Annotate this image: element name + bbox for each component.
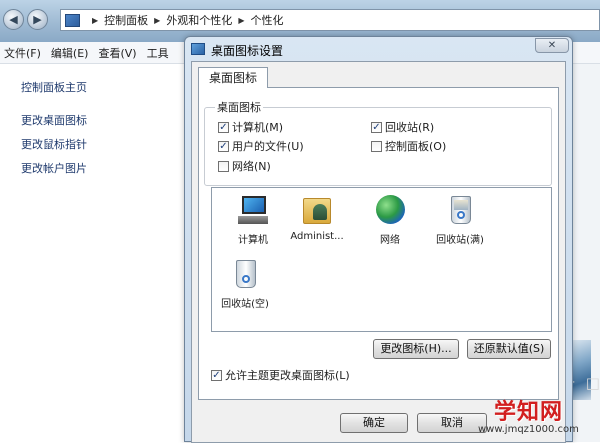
checkbox-box[interactable]: [218, 160, 229, 172]
menu-file[interactable]: 文件(F): [0, 45, 47, 61]
checkbox-network[interactable]: 网络(N): [218, 158, 271, 174]
back-arrow-icon[interactable]: ◀: [3, 9, 24, 30]
icon-caption: Administ...: [290, 231, 344, 242]
watermark-site-name: 学知网: [494, 400, 564, 425]
checkbox-box[interactable]: ✓: [218, 140, 229, 152]
checkbox-box[interactable]: ✓: [218, 121, 229, 133]
left-navigation: 控制面板主页 更改桌面图标 更改鼠标指针 更改帐户图片: [0, 64, 185, 442]
checkbox-computer[interactable]: ✓ 计算机(M): [218, 119, 283, 135]
watermark-url: www.jmqz1000.com: [478, 424, 579, 435]
close-icon[interactable]: ✕: [535, 38, 569, 53]
checkbox-label: 允许主题更改桌面图标(L): [225, 369, 350, 382]
control-panel-icon: [65, 13, 80, 27]
checkbox-label: 控制面板(O): [385, 140, 447, 153]
dialog-title: 桌面图标设置: [211, 44, 284, 58]
checkbox-recycle-bin[interactable]: ✓ 回收站(R): [371, 119, 434, 135]
ok-button[interactable]: 确定: [340, 413, 408, 433]
list-item-user-files[interactable]: Administ...: [284, 194, 350, 242]
icon-list[interactable]: 计算机 Administ... 网络 回收站(满) 回收站(空): [211, 187, 552, 332]
breadcrumb-control-panel[interactable]: 控制面板: [104, 12, 148, 28]
menu-view[interactable]: 查看(V): [94, 45, 142, 61]
checkbox-box[interactable]: [371, 140, 382, 152]
link-control-panel-home[interactable]: 控制面板主页: [21, 79, 87, 95]
change-icon-button[interactable]: 更改图标(H)...: [373, 339, 459, 359]
restore-default-button[interactable]: 还原默认值(S): [467, 339, 551, 359]
chevron-right-icon: ▶: [238, 15, 245, 25]
list-item-recycle-bin-full[interactable]: 回收站(满): [427, 194, 493, 246]
link-change-mouse-pointers[interactable]: 更改鼠标指针: [21, 136, 87, 152]
breadcrumb-personalization[interactable]: 个性化: [250, 12, 283, 28]
icon-caption: 计算机: [238, 235, 268, 246]
recycle-bin-empty-icon: [228, 258, 262, 290]
chevron-right-icon: ▶: [154, 15, 161, 25]
recycle-bin-full-icon: [443, 194, 477, 226]
breadcrumb-appearance[interactable]: 外观和个性化: [166, 12, 232, 28]
forward-arrow-icon[interactable]: ▶: [27, 9, 48, 30]
checkbox-label: 计算机(M): [232, 121, 284, 134]
tab-desktop-icons[interactable]: 桌面图标: [198, 67, 269, 88]
list-item-computer[interactable]: 计算机: [220, 194, 286, 246]
checkbox-label: 用户的文件(U): [232, 140, 304, 153]
computer-icon: [236, 194, 270, 226]
group-label: 桌面图标: [215, 99, 263, 115]
icon-caption: 回收站(满): [436, 235, 484, 246]
dialog-app-icon: [191, 43, 205, 55]
checkbox-label: 网络(N): [232, 160, 271, 173]
checkbox-box[interactable]: ✓: [371, 121, 382, 133]
link-change-account-picture[interactable]: 更改帐户图片: [21, 160, 87, 176]
checkbox-label: 回收站(R): [385, 121, 435, 134]
address-bar[interactable]: ▶ 控制面板 ▶ 外观和个性化 ▶ 个性化: [60, 9, 600, 31]
network-icon: [373, 194, 407, 226]
list-item-recycle-bin-empty[interactable]: 回收站(空): [212, 258, 278, 310]
link-change-desktop-icons[interactable]: 更改桌面图标: [21, 112, 87, 128]
menu-edit[interactable]: 编辑(E): [47, 45, 95, 61]
checkbox-control-panel[interactable]: 控制面板(O): [371, 138, 446, 154]
chevron-right-icon: ▶: [92, 15, 99, 25]
icon-caption: 回收站(空): [221, 299, 269, 310]
cancel-button[interactable]: 取消: [417, 413, 487, 433]
list-item-network[interactable]: 网络: [357, 194, 423, 246]
checkbox-allow-theme-change[interactable]: ✓ 允许主题更改桌面图标(L): [211, 367, 350, 383]
icon-caption: 网络: [380, 235, 400, 246]
user-folder-icon: [300, 194, 334, 226]
checkbox-user-files[interactable]: ✓ 用户的文件(U): [218, 138, 304, 154]
desktop-icon-settings-dialog: 桌面图标设置 ✕ 桌面图标 桌面图标 ✓ 计算机(M) ✓ 回收站(R) ✓ 用…: [184, 36, 573, 443]
checkbox-box[interactable]: ✓: [211, 369, 222, 381]
menu-tools[interactable]: 工具: [143, 45, 175, 61]
